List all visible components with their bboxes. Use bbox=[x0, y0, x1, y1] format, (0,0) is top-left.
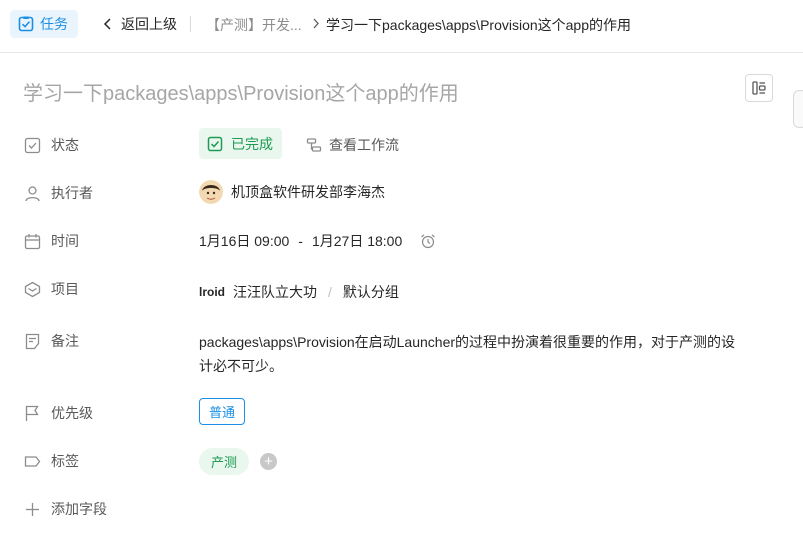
field-note-label: 备注 bbox=[24, 331, 79, 351]
assignee-label: 执行者 bbox=[51, 185, 93, 201]
time-start: 1月16日 09:00 bbox=[199, 233, 290, 249]
note-icon bbox=[25, 333, 40, 349]
field-status-label: 状态 bbox=[24, 135, 79, 155]
project-selector[interactable]: lroid 汪汪队立大功 / 默认分组 bbox=[199, 282, 399, 302]
alarm-clock-icon[interactable] bbox=[420, 233, 436, 249]
time-separator: - bbox=[298, 233, 303, 249]
project-separator: / bbox=[328, 284, 332, 300]
assignee-name: 机顶盒软件研发部李海杰 bbox=[231, 184, 385, 200]
back-label: 返回上级 bbox=[121, 16, 177, 32]
field-time-label: 时间 bbox=[24, 231, 79, 251]
status-label: 状态 bbox=[51, 137, 79, 153]
field-project-label: 项目 bbox=[24, 279, 79, 299]
add-field-button[interactable]: 添加字段 bbox=[24, 499, 107, 519]
back-button[interactable]: 返回上级 bbox=[103, 14, 177, 34]
tags-label: 标签 bbox=[51, 453, 79, 469]
avatar bbox=[199, 180, 223, 204]
calendar-icon bbox=[24, 233, 41, 249]
layers-icon bbox=[24, 281, 41, 297]
task-checkbox-icon bbox=[18, 16, 34, 32]
tag-icon bbox=[24, 455, 41, 467]
tag-chip[interactable]: 产测 bbox=[199, 448, 250, 475]
field-priority-label: 优先级 bbox=[24, 403, 93, 423]
layout-panel-icon bbox=[752, 81, 766, 95]
view-workflow-button[interactable]: 查看工作流 bbox=[306, 135, 399, 155]
status-badge[interactable]: 已完成 bbox=[199, 128, 282, 159]
priority-label: 优先级 bbox=[51, 405, 93, 421]
chevron-right-icon bbox=[313, 18, 319, 29]
project-label: 项目 bbox=[51, 281, 79, 297]
flag-icon bbox=[25, 405, 39, 421]
checkbox-icon bbox=[24, 137, 41, 153]
app-tab-tasks[interactable]: 任务 bbox=[10, 10, 78, 38]
field-assignee-label: 执行者 bbox=[24, 183, 93, 203]
assignee-selector[interactable]: 机顶盒软件研发部李海杰 bbox=[199, 180, 385, 204]
top-bar: 任务 返回上级 【产测】开发... 学习一下packages\apps\Prov… bbox=[0, 0, 803, 53]
chevron-left-icon bbox=[103, 18, 111, 30]
project-group: 默认分组 bbox=[342, 284, 399, 300]
checkbox-checked-icon bbox=[207, 136, 223, 151]
breadcrumb-parent[interactable]: 【产测】开发... bbox=[206, 15, 302, 35]
priority-badge[interactable]: 普通 bbox=[199, 398, 246, 425]
breadcrumb-current: 学习一下packages\apps\Provision这个app的作用 bbox=[326, 17, 632, 33]
workflow-icon bbox=[306, 138, 322, 152]
task-title[interactable]: 学习一下packages\apps\Provision这个app的作用 bbox=[23, 77, 459, 106]
divider bbox=[190, 16, 191, 32]
app-tab-label: 任务 bbox=[40, 16, 68, 32]
note-label: 备注 bbox=[51, 333, 79, 349]
status-value: 已完成 bbox=[231, 135, 273, 152]
layout-toggle-button[interactable] bbox=[745, 74, 773, 102]
add-tag-button[interactable]: + bbox=[260, 453, 277, 470]
side-panel-handle[interactable] bbox=[793, 90, 803, 128]
project-logo: lroid bbox=[199, 285, 225, 299]
field-tags-label: 标签 bbox=[24, 451, 79, 471]
time-end: 1月27日 18:00 bbox=[311, 233, 403, 249]
note-text[interactable]: packages\apps\Provision在启动Launcher的过程中扮演… bbox=[199, 330, 739, 378]
time-range[interactable]: 1月16日 09:00 - 1月27日 18:00 bbox=[199, 231, 436, 251]
plus-icon bbox=[26, 502, 39, 516]
user-icon bbox=[25, 185, 40, 201]
workflow-label: 查看工作流 bbox=[329, 137, 399, 153]
project-name: 汪汪队立大功 bbox=[233, 284, 317, 300]
add-field-label: 添加字段 bbox=[51, 501, 107, 517]
time-label: 时间 bbox=[51, 233, 79, 249]
